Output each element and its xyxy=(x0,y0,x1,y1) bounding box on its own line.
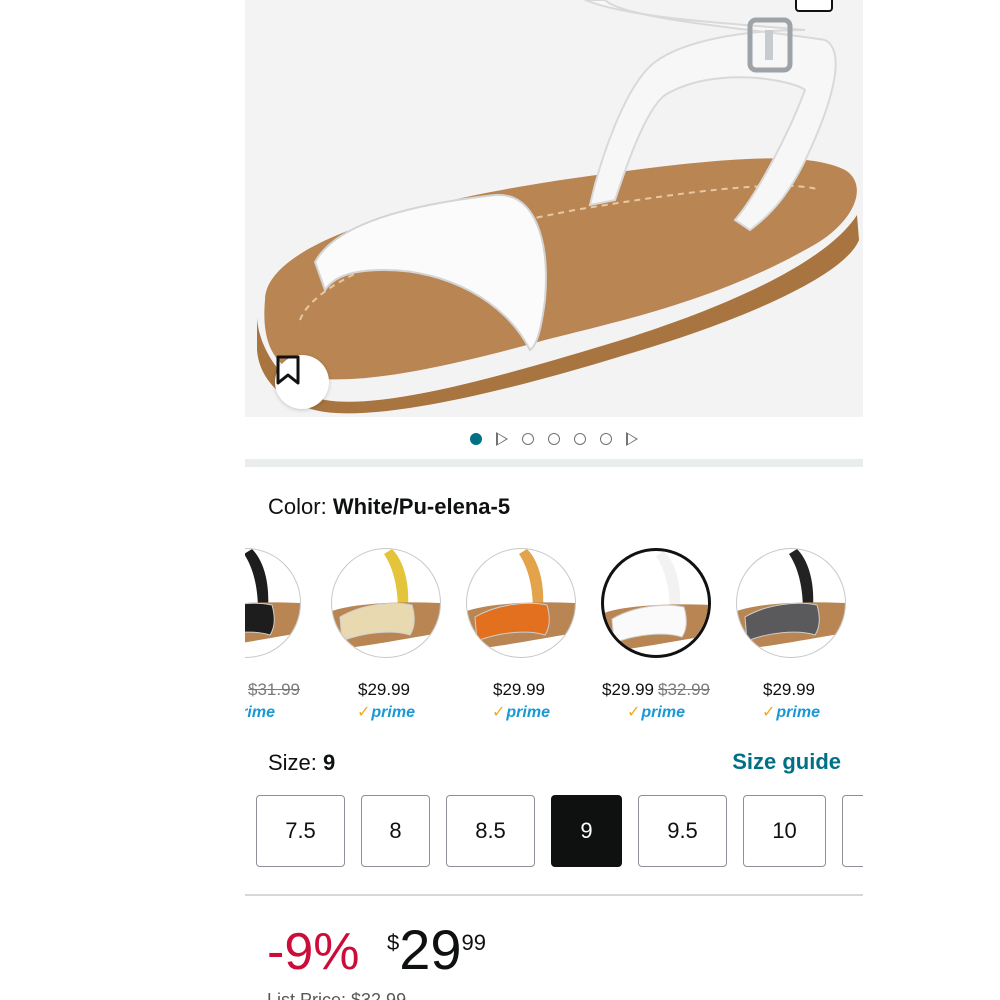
size-option[interactable] xyxy=(842,795,863,867)
color-value: White/Pu-elena-5 xyxy=(332,494,511,519)
prime-label: prime xyxy=(641,704,685,721)
size-label: Size: xyxy=(268,750,317,775)
prime-badge: ✓prime xyxy=(465,702,577,722)
swatch-price-value: $29.99 xyxy=(493,680,545,699)
price-currency: $ xyxy=(387,930,400,955)
size-option[interactable]: 8 xyxy=(361,795,430,867)
swatch-price-value: $29.99 xyxy=(602,680,654,699)
size-option[interactable]: 9 xyxy=(551,795,622,867)
video-dot-icon[interactable] xyxy=(626,432,638,446)
sandal-image xyxy=(245,0,863,417)
video-dot-icon[interactable] xyxy=(496,432,508,446)
prime-check-icon: ✓ xyxy=(627,704,641,721)
swatch-price-value: $29.99 xyxy=(763,680,815,699)
prime-label: prime xyxy=(506,704,550,721)
swatch-thumbnail xyxy=(601,548,711,658)
product-page: Color: White/Pu-elena-5 $29.99$31.99✓pri… xyxy=(245,0,863,1000)
swatch-thumbnail xyxy=(466,548,576,658)
color-swatch-list: $29.99$31.99✓prime$29.99✓prime$29.99✓pri… xyxy=(245,548,863,728)
swatch-price: $29.99 xyxy=(330,680,442,700)
list-price: List Price: $32.99 xyxy=(267,990,407,1000)
section-divider xyxy=(245,894,863,896)
color-swatch-pewter[interactable]: $29.99 ✓prime xyxy=(735,548,847,722)
swatch-thumbnail xyxy=(736,548,846,658)
carousel-dot[interactable] xyxy=(470,433,482,445)
swatch-strike-price: $31.99 xyxy=(248,680,300,699)
discount-percent: -9% xyxy=(267,923,360,981)
prime-badge: ✓prime xyxy=(330,702,442,722)
save-to-list-button[interactable] xyxy=(275,355,329,409)
color-label: Color: xyxy=(268,494,327,519)
price-whole: 29 xyxy=(399,918,462,981)
bookmark-icon xyxy=(276,355,300,385)
carousel-dot[interactable] xyxy=(574,433,586,445)
size-heading: Size: 9 xyxy=(268,750,335,776)
color-swatch-white[interactable]: $29.99 $32.99 ✓prime xyxy=(600,548,712,722)
size-guide-link[interactable]: Size guide xyxy=(732,749,841,775)
size-option[interactable]: 8.5 xyxy=(446,795,535,867)
carousel-dot[interactable] xyxy=(548,433,560,445)
carousel-dot[interactable] xyxy=(600,433,612,445)
swatch-thumbnail xyxy=(245,548,301,658)
section-divider xyxy=(245,459,863,467)
share-icon[interactable] xyxy=(795,0,833,12)
swatch-price-value: $29.99 xyxy=(358,680,410,699)
color-heading: Color: White/Pu-elena-5 xyxy=(268,494,510,520)
swatch-strike-price: $32.99 xyxy=(658,680,710,699)
size-option[interactable]: 7.5 xyxy=(256,795,345,867)
prime-check-icon: ✓ xyxy=(762,704,776,721)
prime-label: prime xyxy=(776,704,820,721)
prime-badge: ✓prime xyxy=(245,702,302,722)
price: $ 29 99 xyxy=(387,922,486,978)
prime-label: prime xyxy=(245,704,275,721)
color-swatch-black[interactable]: $29.99$31.99✓prime xyxy=(245,548,302,722)
color-swatch-orange[interactable]: $29.99 ✓prime xyxy=(465,548,577,722)
prime-check-icon: ✓ xyxy=(492,704,506,721)
color-swatch-gold[interactable]: $29.99 ✓prime xyxy=(330,548,442,722)
size-option[interactable]: 10 xyxy=(743,795,826,867)
swatch-thumbnail xyxy=(331,548,441,658)
swatch-price: $29.99$31.99 xyxy=(245,680,302,700)
prime-badge: ✓prime xyxy=(735,702,847,722)
size-option[interactable]: 9.5 xyxy=(638,795,727,867)
size-option-list: 7.5 8 8.5 9 9.5 10 xyxy=(256,795,863,869)
prime-check-icon: ✓ xyxy=(357,704,371,721)
prime-label: prime xyxy=(371,704,415,721)
swatch-price: $29.99 xyxy=(735,680,847,700)
carousel-indicator xyxy=(245,428,863,450)
prime-badge: ✓prime xyxy=(600,702,712,722)
swatch-price: $29.99 $32.99 xyxy=(600,680,712,700)
size-value: 9 xyxy=(323,750,336,775)
product-image[interactable] xyxy=(245,0,863,417)
carousel-dot[interactable] xyxy=(522,433,534,445)
price-fraction: 99 xyxy=(461,930,487,955)
swatch-price: $29.99 xyxy=(465,680,577,700)
